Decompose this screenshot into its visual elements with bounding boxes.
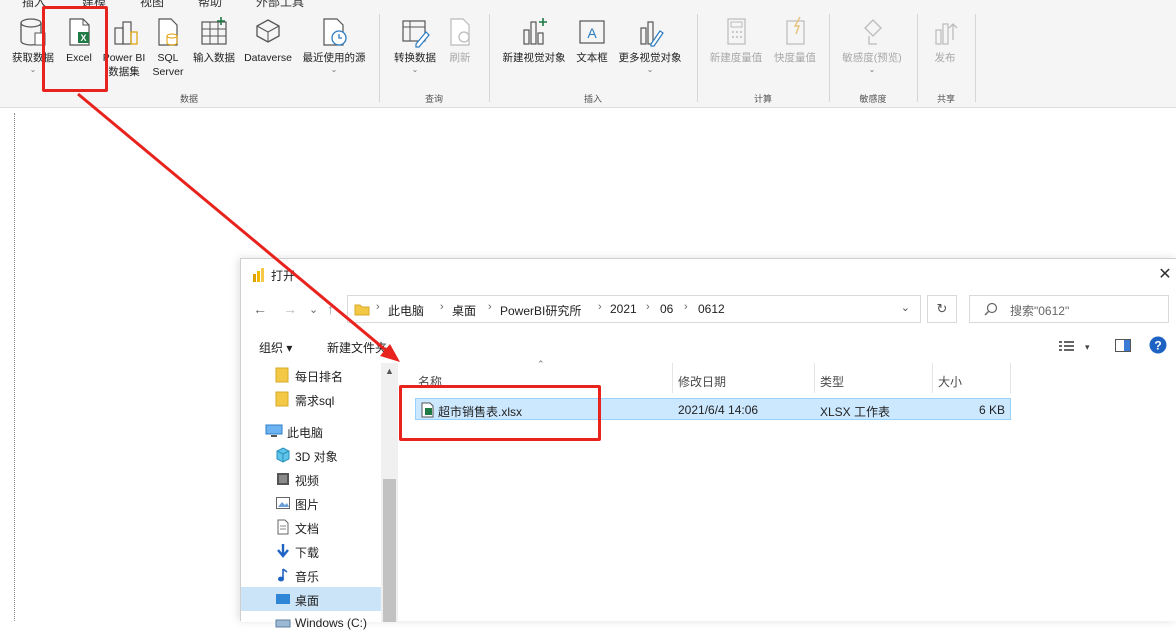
nav-item-music[interactable]: 音乐 — [241, 563, 381, 587]
column-header-label: 修改日期 — [678, 375, 727, 389]
nav-item-desktop[interactable]: 桌面 — [241, 587, 381, 611]
column-header-label: 类型 — [820, 375, 845, 389]
refresh-icon[interactable]: ↻ — [927, 295, 957, 323]
highlight-box-file — [399, 385, 601, 441]
powerbi-icon — [253, 268, 264, 282]
download-icon — [277, 544, 289, 558]
breadcrumb-powerbi-folder[interactable]: PowerBI研究所 — [500, 302, 581, 319]
breadcrumb-separator: › — [598, 301, 602, 313]
up-button[interactable]: ↑ — [327, 301, 334, 317]
breadcrumb-desktop[interactable]: 桌面 — [452, 302, 476, 319]
search-placeholder: 搜索"0612" — [1010, 304, 1070, 318]
dialog-titlebar[interactable]: 打开 ✕ — [241, 259, 1176, 291]
column-header-type[interactable]: 类型 — [815, 363, 933, 393]
folder-icon — [275, 391, 289, 407]
ribbon: 插入 建模 视图 帮助 外部工具 获取数据 ⌄ X Excel Power BI… — [0, 0, 1176, 108]
address-bar[interactable]: › 此电脑 › 桌面 › PowerBI研究所 › 2021 › 06 › 06… — [347, 295, 921, 323]
breadcrumb-06[interactable]: 06 — [660, 302, 673, 316]
dialog-title: 打开 — [271, 269, 296, 283]
close-icon[interactable]: ✕ — [1154, 263, 1176, 287]
breadcrumb-separator: › — [646, 301, 650, 313]
nav-item-downloads[interactable]: 下载 — [241, 539, 381, 563]
nav-item-label: 图片 — [295, 498, 320, 512]
file-type: XLSX 工作表 — [820, 405, 891, 419]
group-query: 查询 — [380, 0, 488, 108]
nav-item-sql[interactable]: 需求sql — [241, 387, 381, 411]
nav-item-label: 每日排名 — [295, 370, 344, 384]
nav-item-documents[interactable]: 文档 — [241, 515, 381, 539]
group-share-label: 共享 — [936, 94, 955, 104]
nav-item-this-pc[interactable]: 此电脑 — [241, 419, 381, 443]
nav-item-label: Windows (C:) — [295, 616, 368, 630]
group-insert: 插入 — [490, 0, 696, 108]
group-share: 共享 — [918, 0, 974, 108]
column-header-size[interactable]: 大小 — [933, 363, 1011, 393]
open-file-dialog: 打开 ✕ ← → ⌄ ↑ › 此电脑 › 桌面 › PowerBI研究所 › 2… — [240, 258, 1176, 630]
group-sensitivity: 敏感度 — [830, 0, 916, 108]
preview-pane-icon[interactable] — [1115, 339, 1131, 353]
nav-item-label: 桌面 — [295, 594, 320, 608]
group-insert-label: 插入 — [583, 94, 602, 104]
new-folder-button[interactable]: 新建文件夹 — [327, 339, 387, 356]
nav-item-3d-objects[interactable]: 3D 对象 — [241, 443, 381, 467]
cube-icon — [276, 447, 290, 463]
chevron-down-icon[interactable]: ⌄ — [901, 301, 910, 314]
group-separator — [975, 14, 976, 102]
highlight-box-excel — [42, 6, 108, 92]
recent-locations-button[interactable]: ⌄ — [309, 303, 318, 316]
nav-item-windows-c[interactable]: Windows (C:) — [241, 611, 381, 635]
file-size: 6 KB — [979, 403, 1006, 417]
nav-item-label: 此电脑 — [287, 426, 324, 440]
music-icon — [278, 568, 288, 582]
scroll-up-icon[interactable]: ▲ — [381, 363, 398, 380]
document-icon — [277, 519, 289, 535]
nav-pane-scrollbar[interactable]: ▲ — [381, 363, 398, 622]
group-data-label: 数据 — [179, 94, 198, 104]
group-calculation-label: 计算 — [753, 94, 772, 104]
nav-item-label: 需求sql — [295, 394, 335, 408]
breadcrumb-separator: › — [684, 301, 688, 313]
breadcrumb-separator: › — [376, 301, 380, 313]
breadcrumb-separator: › — [488, 301, 492, 313]
picture-icon — [276, 497, 290, 509]
search-icon — [984, 302, 998, 316]
group-sensitivity-label: 敏感度 — [859, 94, 887, 104]
column-header-modified[interactable]: 修改日期 — [673, 363, 815, 393]
nav-item-label: 视频 — [295, 474, 320, 488]
nav-item-label: 文档 — [295, 522, 320, 536]
dialog-navbar: ← → ⌄ ↑ › 此电脑 › 桌面 › PowerBI研究所 › 2021 ›… — [241, 293, 1176, 327]
group-query-label: 查询 — [424, 94, 443, 104]
breadcrumb-separator: › — [440, 301, 444, 313]
nav-item-label: 音乐 — [295, 570, 320, 584]
svg-text:?: ? — [1154, 339, 1161, 353]
forward-button[interactable]: → — [283, 301, 297, 317]
group-calculation: 计算 — [698, 0, 828, 108]
organize-button[interactable]: 组织 ▾ — [259, 339, 292, 356]
scrollbar-thumb[interactable] — [383, 479, 396, 622]
search-input[interactable]: 搜索"0612" — [969, 295, 1169, 323]
folder-icon — [354, 304, 370, 316]
nav-item-daily-ranking[interactable]: 每日排名 — [241, 363, 381, 387]
computer-icon — [265, 424, 283, 437]
desktop-icon — [276, 594, 290, 604]
nav-item-pictures[interactable]: 图片 — [241, 491, 381, 515]
nav-item-videos[interactable]: 视频 — [241, 467, 381, 491]
view-options-icon[interactable] — [1059, 340, 1075, 352]
navigation-pane: 每日排名 需求sql 此电脑 3D 对象 视频 图片 文档 下载 音乐 桌面 W… — [241, 363, 398, 630]
column-header-label: 大小 — [938, 375, 963, 389]
breadcrumb-this-pc[interactable]: 此电脑 — [388, 302, 424, 319]
nav-item-label: 3D 对象 — [295, 450, 338, 464]
back-button[interactable]: ← — [253, 301, 267, 317]
video-icon — [277, 473, 289, 485]
breadcrumb-2021[interactable]: 2021 — [610, 302, 637, 316]
folder-icon — [275, 367, 289, 383]
chevron-down-icon[interactable]: ▾ — [1085, 342, 1090, 353]
breadcrumb-0612[interactable]: 0612 — [698, 302, 725, 316]
file-modified: 2021/6/4 14:06 — [678, 403, 759, 417]
report-canvas-edge — [14, 113, 15, 621]
drive-icon — [275, 619, 291, 628]
nav-item-label: 下载 — [295, 546, 320, 560]
dialog-command-bar: 组织 ▾ 新建文件夹 ▾ ? — [241, 329, 1176, 363]
help-icon[interactable]: ? — [1149, 336, 1167, 354]
